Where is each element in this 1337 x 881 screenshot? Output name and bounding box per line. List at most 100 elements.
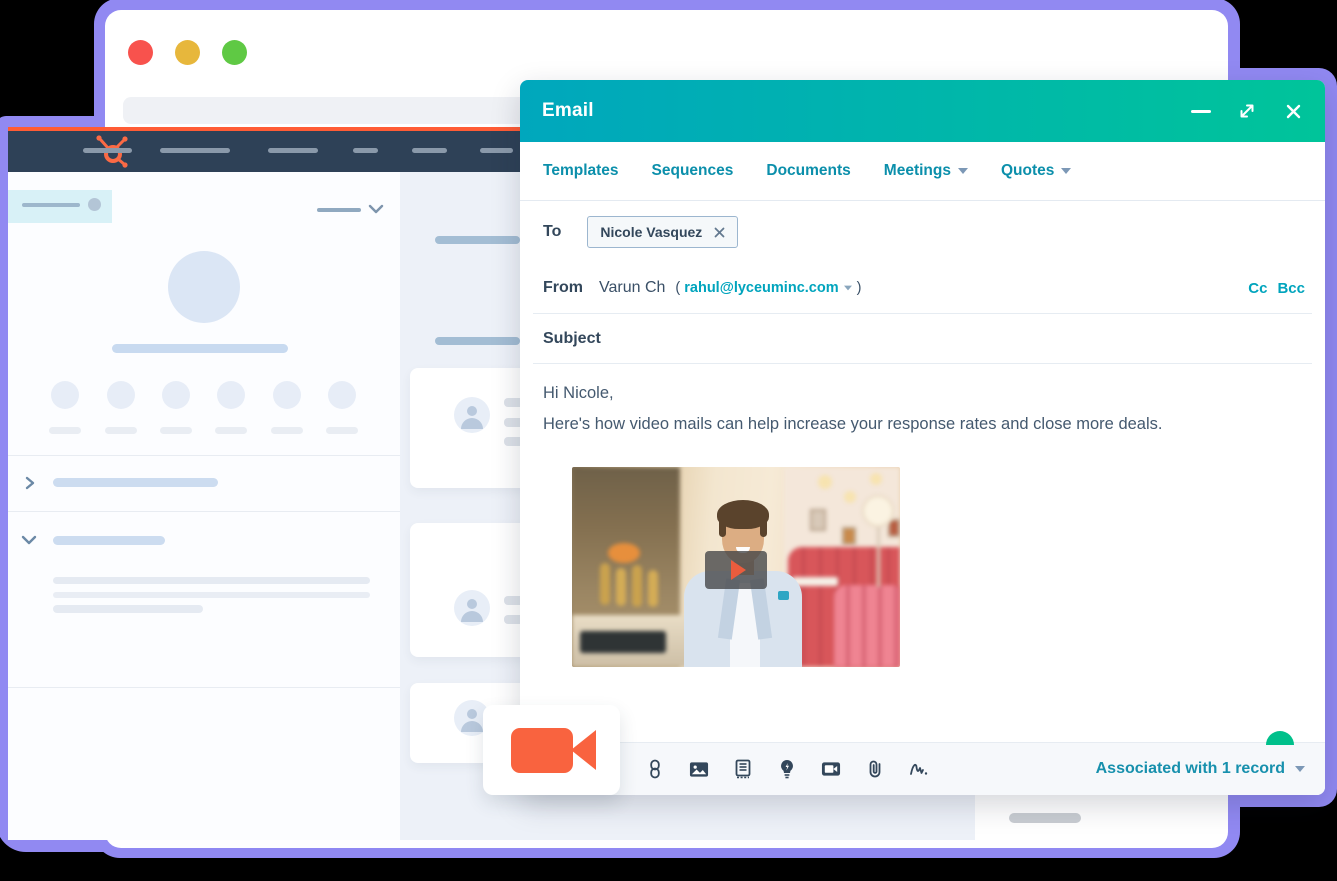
action-button-placeholder[interactable] bbox=[51, 381, 79, 409]
action-label-placeholder bbox=[49, 427, 81, 434]
action-button-placeholder[interactable] bbox=[162, 381, 190, 409]
traffic-light-minimize[interactable] bbox=[175, 40, 200, 65]
sender-email-dropdown[interactable]: (rahul@lyceuminc.com ) bbox=[675, 280, 861, 296]
action-button-placeholder[interactable] bbox=[107, 381, 135, 409]
caret-down-icon bbox=[844, 286, 852, 291]
video-camera-icon bbox=[511, 728, 573, 773]
section-title-placeholder bbox=[53, 536, 165, 545]
photo-tray bbox=[580, 631, 666, 653]
action-button-placeholder[interactable] bbox=[273, 381, 301, 409]
tab-sequences[interactable]: Sequences bbox=[652, 162, 734, 180]
timeline-header-placeholder bbox=[435, 236, 520, 244]
subject-label: Subject bbox=[543, 330, 601, 348]
tab-meetings[interactable]: Meetings bbox=[884, 162, 968, 180]
close-button[interactable] bbox=[1283, 101, 1303, 121]
traffic-light-close[interactable] bbox=[128, 40, 153, 65]
photo-hair-side bbox=[760, 519, 767, 537]
expand-button[interactable] bbox=[1237, 101, 1257, 121]
from-field-row: From Varun Ch (rahul@lyceuminc.com ) Cc … bbox=[520, 263, 1325, 313]
divider bbox=[8, 455, 400, 456]
caret-down-icon bbox=[1295, 766, 1305, 772]
chevron-down-icon[interactable] bbox=[368, 203, 384, 215]
chip-remove-icon[interactable] bbox=[714, 227, 725, 238]
photo-frame bbox=[810, 509, 826, 531]
subject-field[interactable]: Subject bbox=[520, 314, 1325, 363]
avatar bbox=[168, 251, 240, 323]
nav-item-placeholder[interactable] bbox=[412, 148, 447, 153]
photo-bottle bbox=[616, 568, 626, 606]
play-button[interactable] bbox=[705, 551, 767, 589]
to-field-row[interactable]: To Nicole Vasquez bbox=[520, 201, 1325, 263]
back-link-dot bbox=[88, 198, 101, 211]
photo-pocket-square bbox=[778, 591, 789, 600]
recipient-chip[interactable]: Nicole Vasquez bbox=[587, 216, 738, 248]
to-label: To bbox=[543, 223, 561, 241]
nav-item-placeholder[interactable] bbox=[353, 148, 378, 153]
modal-title: Email bbox=[542, 100, 594, 122]
chevron-right-icon[interactable] bbox=[24, 476, 36, 490]
paperclip-icon[interactable] bbox=[865, 759, 885, 779]
modal-footer: Associated with 1 record bbox=[520, 742, 1325, 795]
modal-header: Email bbox=[520, 80, 1325, 142]
photo-booth-seat bbox=[834, 585, 900, 667]
screenshot-stage: Email bbox=[0, 0, 1337, 881]
sender-email: rahul@lyceuminc.com bbox=[684, 280, 838, 296]
minimize-button[interactable] bbox=[1191, 101, 1211, 121]
caret-down-icon bbox=[958, 168, 968, 174]
section-title-placeholder bbox=[53, 478, 218, 487]
email-body-editor[interactable]: Hi Nicole, Here's how video mails can he… bbox=[520, 364, 1325, 795]
email-compose-modal: Email bbox=[520, 80, 1325, 795]
tab-documents[interactable]: Documents bbox=[766, 162, 850, 180]
nav-item-placeholder[interactable] bbox=[83, 148, 132, 153]
actions-placeholder bbox=[317, 208, 361, 212]
traffic-light-zoom[interactable] bbox=[222, 40, 247, 65]
avatar bbox=[454, 397, 490, 433]
photo-oranges bbox=[608, 543, 640, 563]
nav-item-placeholder[interactable] bbox=[480, 148, 513, 153]
photo-frame bbox=[842, 527, 856, 545]
tab-quotes[interactable]: Quotes bbox=[1001, 162, 1071, 180]
editor-toolbar bbox=[645, 759, 929, 779]
tab-templates[interactable]: Templates bbox=[543, 162, 619, 180]
template-icon[interactable] bbox=[733, 759, 753, 779]
body-line: Hi Nicole, bbox=[543, 378, 1302, 409]
recipient-name: Nicole Vasquez bbox=[600, 224, 702, 240]
text-line-placeholder bbox=[53, 577, 370, 584]
action-label-placeholder bbox=[105, 427, 137, 434]
action-label-placeholder bbox=[271, 427, 303, 434]
photo-light bbox=[818, 475, 832, 489]
play-icon bbox=[731, 560, 746, 580]
lightbulb-icon[interactable] bbox=[777, 759, 797, 779]
chevron-down-icon[interactable] bbox=[21, 534, 37, 546]
photo-bottle bbox=[632, 565, 642, 607]
back-link-placeholder bbox=[22, 203, 80, 207]
signature-icon[interactable] bbox=[909, 759, 929, 779]
divider bbox=[8, 511, 400, 512]
caret-down-icon bbox=[1061, 168, 1071, 174]
associated-records-dropdown[interactable]: Associated with 1 record bbox=[1096, 760, 1305, 778]
action-label-placeholder bbox=[160, 427, 192, 434]
cc-button[interactable]: Cc bbox=[1248, 280, 1267, 297]
video-camera-lens bbox=[571, 730, 596, 770]
action-button-placeholder[interactable] bbox=[217, 381, 245, 409]
video-thumbnail[interactable] bbox=[572, 467, 900, 667]
video-icon[interactable] bbox=[821, 759, 841, 779]
photo-light bbox=[870, 473, 882, 485]
browser-footer-placeholder bbox=[1009, 813, 1081, 823]
modal-toolbar-tabs: Templates Sequences Documents Meetings Q… bbox=[520, 142, 1325, 201]
photo-bottle bbox=[600, 563, 610, 605]
record-video-button[interactable] bbox=[483, 705, 620, 795]
text-line-placeholder bbox=[53, 592, 370, 598]
nav-item-placeholder[interactable] bbox=[268, 148, 318, 153]
bcc-button[interactable]: Bcc bbox=[1277, 280, 1305, 297]
photo-bottle bbox=[648, 570, 658, 607]
link-icon[interactable] bbox=[645, 759, 665, 779]
action-button-placeholder[interactable] bbox=[328, 381, 356, 409]
photo-lamp-globe bbox=[862, 495, 894, 527]
action-label-placeholder bbox=[326, 427, 358, 434]
nav-item-placeholder[interactable] bbox=[160, 148, 230, 153]
text-line-placeholder bbox=[53, 605, 203, 613]
body-line: Here's how video mails can help increase… bbox=[543, 409, 1302, 440]
sender-name: Varun Ch bbox=[599, 279, 665, 297]
image-icon[interactable] bbox=[689, 759, 709, 779]
